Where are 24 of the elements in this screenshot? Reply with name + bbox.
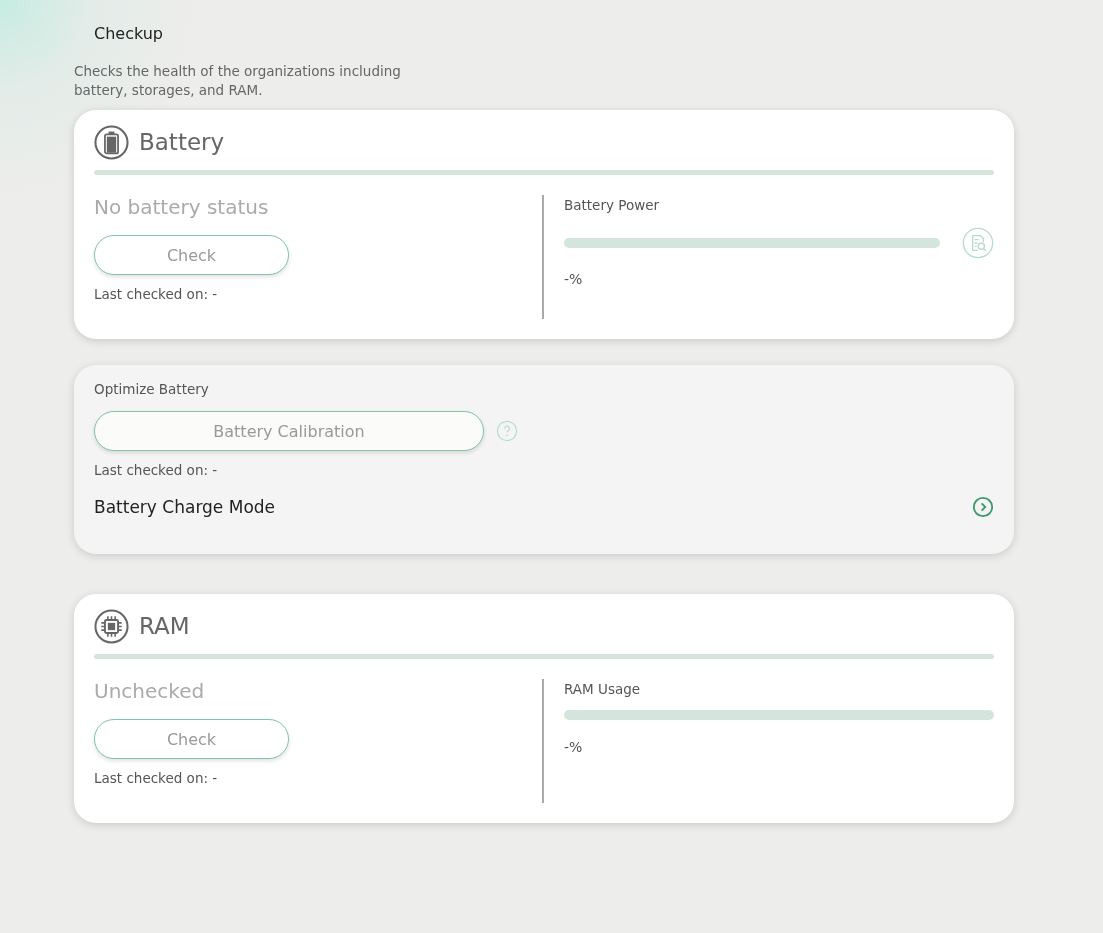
page-description: Checks the health of the organizations including battery, storages, and RAM. xyxy=(74,62,402,100)
meter-reading: -% xyxy=(564,739,584,755)
status-text: Unchecked xyxy=(94,679,206,705)
battery-icon xyxy=(94,124,129,160)
chip-icon xyxy=(94,608,129,644)
meter-label: Battery Power xyxy=(564,197,661,213)
charge-mode-label: Battery Charge Mode xyxy=(94,497,276,517)
status-text: No battery status xyxy=(94,195,270,221)
check-button[interactable]: Check xyxy=(94,719,289,759)
last-checked-text: Last checked on: - xyxy=(94,286,219,302)
meter-reading: -% xyxy=(564,271,584,287)
section-title: RAM xyxy=(139,613,190,639)
page-title: Checkup xyxy=(94,24,165,45)
last-checked-text: Last checked on: - xyxy=(94,462,219,478)
charge-mode-row[interactable]: Battery Charge Mode xyxy=(94,496,994,518)
section-title: Battery xyxy=(139,129,225,155)
chevron-right-icon xyxy=(972,496,994,518)
section-title: Optimize Battery xyxy=(94,381,210,397)
document-search-icon[interactable] xyxy=(962,227,994,259)
help-icon[interactable] xyxy=(496,420,518,442)
meter-label: RAM Usage xyxy=(564,681,642,697)
calibration-button[interactable]: Battery Calibration xyxy=(94,411,484,451)
last-checked-text: Last checked on: - xyxy=(94,770,219,786)
check-button[interactable]: Check xyxy=(94,235,289,275)
